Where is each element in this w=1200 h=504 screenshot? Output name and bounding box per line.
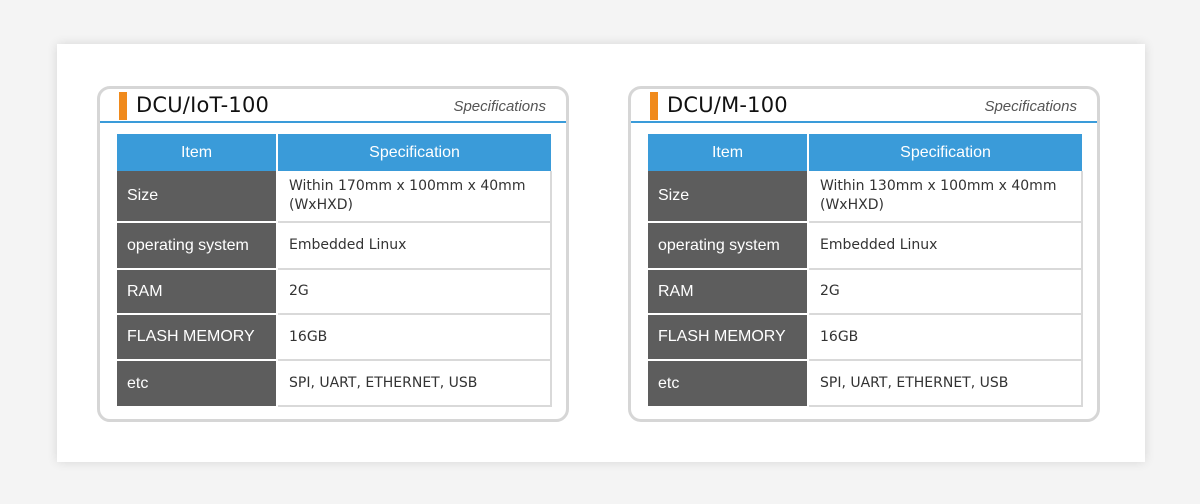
table-row: RAM 2G [648,269,1083,315]
column-header-item: Item [117,134,278,171]
row-item-label: RAM [117,269,278,315]
row-item-label: etc [117,360,278,406]
row-spec-value: SPI, UART, ETHERNET, USB [277,360,552,407]
row-item-label: etc [648,360,809,406]
content-panel: DCU/IoT-100 Specifications Item Specific… [57,44,1145,462]
table-row: operating system Embedded Linux [648,222,1083,270]
row-spec-value: Within 130mm x 100mm x 40mm (WxHXD) [808,171,1083,223]
product-title: DCU/M-100 [667,93,788,117]
row-spec-value: Embedded Linux [808,222,1083,270]
table-row: FLASH MEMORY 16GB [648,314,1083,361]
card-header: DCU/IoT-100 Specifications [100,89,566,123]
row-item-label: operating system [117,222,278,270]
specifications-label: Specifications [984,98,1077,115]
table-row: FLASH MEMORY 16GB [117,314,552,361]
row-spec-value: 16GB [277,314,552,361]
row-spec-value: 16GB [808,314,1083,361]
spec-table: Item Specification Size Within 130mm x 1… [648,134,1083,407]
table-row: Size Within 170mm x 100mm x 40mm (WxHXD) [117,171,552,223]
row-spec-value: SPI, UART, ETHERNET, USB [808,360,1083,407]
product-card-dcu-m-100: DCU/M-100 Specifications Item Specificat… [628,86,1100,422]
row-item-label: operating system [648,222,809,270]
column-header-specification: Specification [277,134,551,171]
row-item-label: FLASH MEMORY [117,314,278,361]
spec-table-header-row: Item Specification [117,134,551,171]
row-item-label: RAM [648,269,809,315]
specifications-label: Specifications [453,98,546,115]
row-spec-value: Embedded Linux [277,222,552,270]
spec-table: Item Specification Size Within 170mm x 1… [117,134,552,407]
row-spec-value: 2G [277,269,552,315]
row-item-label: Size [117,171,278,223]
table-row: etc SPI, UART, ETHERNET, USB [117,360,552,407]
row-spec-value: 2G [808,269,1083,315]
row-item-label: FLASH MEMORY [648,314,809,361]
card-header: DCU/M-100 Specifications [631,89,1097,123]
row-spec-value: Within 170mm x 100mm x 40mm (WxHXD) [277,171,552,223]
table-row: Size Within 130mm x 100mm x 40mm (WxHXD) [648,171,1083,223]
column-header-item: Item [648,134,809,171]
title-accent-bar [650,92,658,120]
row-item-label: Size [648,171,809,223]
table-row: operating system Embedded Linux [117,222,552,270]
product-card-dcu-iot-100: DCU/IoT-100 Specifications Item Specific… [97,86,569,422]
column-header-specification: Specification [808,134,1082,171]
title-accent-bar [119,92,127,120]
table-row: etc SPI, UART, ETHERNET, USB [648,360,1083,407]
spec-table-header-row: Item Specification [648,134,1082,171]
table-row: RAM 2G [117,269,552,315]
product-title: DCU/IoT-100 [136,93,270,117]
